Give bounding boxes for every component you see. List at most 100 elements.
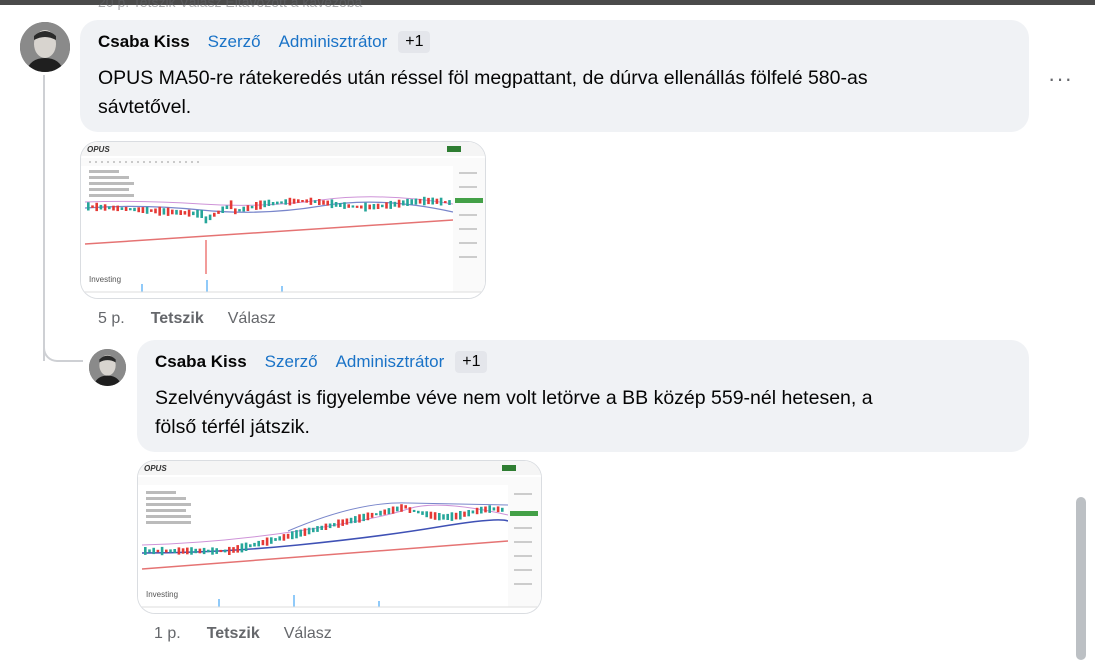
candle bbox=[326, 200, 329, 206]
candle bbox=[343, 202, 346, 209]
candle bbox=[198, 548, 202, 554]
candle bbox=[221, 206, 224, 213]
reply-button[interactable]: Válasz bbox=[284, 625, 332, 643]
candle bbox=[400, 504, 403, 512]
candle bbox=[333, 523, 336, 527]
candle bbox=[467, 510, 470, 517]
candle bbox=[204, 216, 208, 224]
candle bbox=[423, 196, 426, 206]
candle bbox=[425, 511, 428, 518]
candle bbox=[349, 517, 353, 524]
chart-image[interactable]: OPUS Investing bbox=[80, 141, 486, 299]
chart-watermark: Investing bbox=[146, 590, 178, 599]
comment-actions: 5 p. Tetszik Válasz bbox=[98, 310, 276, 328]
candle bbox=[408, 507, 412, 513]
candle bbox=[202, 547, 206, 555]
comment-text: Szelvényvágást is figyelembe véve nem vo… bbox=[155, 384, 873, 442]
candle bbox=[250, 205, 254, 209]
candle bbox=[270, 537, 273, 544]
candle bbox=[217, 210, 220, 214]
candle bbox=[179, 210, 182, 215]
candle bbox=[286, 533, 290, 539]
more-badges[interactable]: +1 bbox=[455, 351, 488, 373]
avatar[interactable] bbox=[20, 22, 70, 72]
candle bbox=[475, 507, 479, 515]
candle bbox=[355, 205, 359, 208]
candle bbox=[471, 510, 475, 514]
candle bbox=[173, 549, 176, 554]
candle bbox=[448, 200, 451, 205]
candle bbox=[87, 202, 90, 211]
candle bbox=[95, 202, 98, 212]
candle bbox=[368, 204, 371, 210]
timestamp[interactable]: 1 p. bbox=[154, 625, 181, 643]
candle bbox=[330, 199, 334, 209]
candle bbox=[316, 526, 319, 532]
candle bbox=[328, 523, 332, 529]
avatar[interactable] bbox=[89, 349, 126, 386]
author-name[interactable]: Csaba Kiss bbox=[98, 32, 190, 52]
candle bbox=[406, 198, 409, 206]
candle bbox=[364, 202, 367, 212]
candle bbox=[360, 205, 363, 209]
chart-watermark: Investing bbox=[89, 275, 121, 284]
candle bbox=[208, 214, 212, 221]
comment-bubble: Csaba Kiss Szerző Adminisztrátor +1 Szel… bbox=[137, 340, 1029, 452]
reply-button[interactable]: Válasz bbox=[228, 310, 276, 328]
candle bbox=[366, 512, 370, 521]
candle bbox=[259, 200, 262, 210]
candle bbox=[211, 547, 214, 555]
candle bbox=[228, 546, 231, 555]
candle bbox=[219, 549, 223, 553]
candle bbox=[292, 198, 296, 204]
like-button[interactable]: Tetszik bbox=[151, 310, 204, 328]
author-name[interactable]: Csaba Kiss bbox=[155, 352, 247, 372]
timestamp[interactable]: 5 p. bbox=[98, 310, 125, 328]
candle bbox=[215, 548, 218, 554]
candle bbox=[190, 547, 193, 555]
candle bbox=[282, 534, 286, 541]
candle bbox=[150, 209, 153, 212]
scrollbar-thumb[interactable] bbox=[1076, 497, 1086, 660]
candle bbox=[410, 199, 413, 205]
comment-text-line: Szelvényvágást is figyelembe véve nem vo… bbox=[155, 387, 873, 409]
author-badge[interactable]: Szerző bbox=[265, 352, 318, 372]
candle bbox=[232, 547, 235, 553]
candle bbox=[154, 208, 157, 214]
candle bbox=[307, 527, 311, 535]
candle bbox=[177, 547, 181, 555]
avatar-photo bbox=[20, 22, 70, 72]
candle bbox=[433, 512, 437, 520]
candle bbox=[244, 542, 248, 551]
candle bbox=[144, 547, 147, 555]
candle bbox=[375, 513, 378, 516]
more-badges[interactable]: +1 bbox=[398, 31, 431, 53]
candle bbox=[166, 207, 170, 216]
candle bbox=[309, 197, 313, 205]
candle bbox=[291, 531, 294, 540]
candle bbox=[194, 548, 197, 554]
thread-line bbox=[43, 75, 45, 361]
admin-badge[interactable]: Adminisztrátor bbox=[279, 32, 388, 52]
candle bbox=[253, 542, 256, 547]
like-button[interactable]: Tetszik bbox=[207, 625, 260, 643]
candle bbox=[418, 198, 422, 204]
chart-header: OPUS bbox=[87, 145, 110, 154]
chart-image[interactable]: OPUS Investing bbox=[137, 460, 542, 614]
candle bbox=[165, 549, 168, 553]
candle bbox=[459, 511, 462, 520]
candle bbox=[133, 207, 136, 212]
candle bbox=[480, 506, 483, 514]
avatar-photo bbox=[89, 349, 126, 386]
author-badge[interactable]: Szerző bbox=[208, 32, 261, 52]
candle bbox=[249, 544, 252, 548]
candle bbox=[181, 548, 185, 554]
candle bbox=[124, 206, 128, 211]
candle bbox=[381, 204, 384, 208]
candle bbox=[156, 549, 160, 553]
candle bbox=[99, 204, 103, 210]
candle bbox=[345, 518, 349, 525]
candle bbox=[397, 199, 401, 208]
admin-badge[interactable]: Adminisztrátor bbox=[336, 352, 445, 372]
comment-text-line: sávtetővel. bbox=[98, 96, 192, 118]
